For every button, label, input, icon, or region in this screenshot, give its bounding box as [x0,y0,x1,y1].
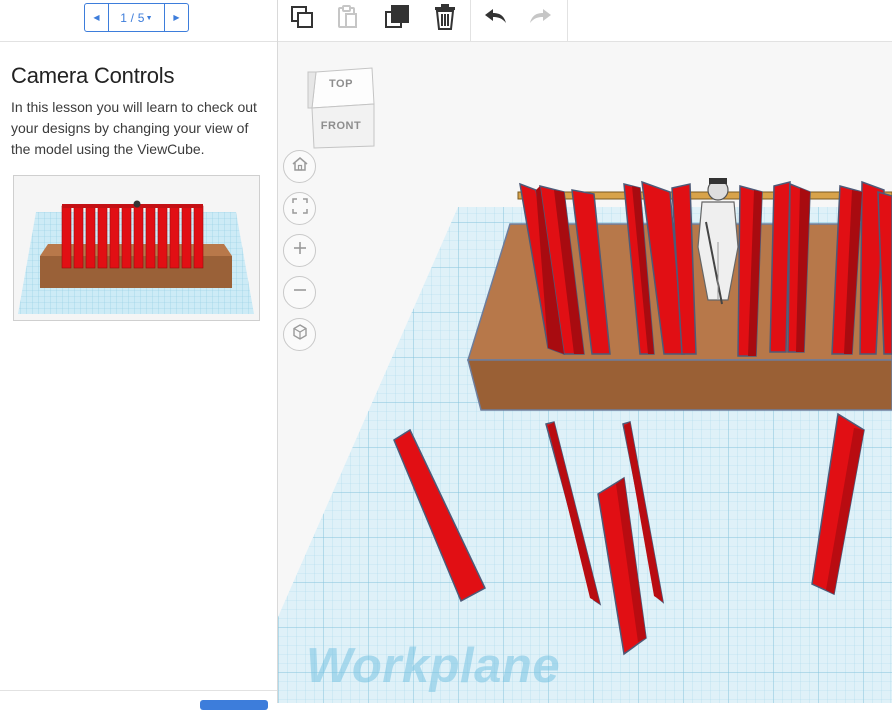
step-selector[interactable]: 1 / 5 ▼ [109,4,164,31]
delete-icon [432,3,458,36]
lesson-panel: ◀ 1 / 5 ▼ ▶ Camera Controls In this less… [0,0,278,710]
zoom-in-button[interactable] [283,234,316,267]
delete-button[interactable] [429,3,461,36]
fit-icon [291,197,309,220]
paste-button[interactable] [332,4,364,34]
zoom-out-button[interactable] [283,276,316,309]
caret-down-icon: ▼ [145,14,153,22]
workplane-label: Workplane [306,639,561,693]
zoom-out-icon [291,281,309,304]
edit-toolbar [278,0,892,42]
design-canvas[interactable]: TOP FRONT Workplane [278,42,892,703]
zoom-in-icon [291,239,309,262]
duplicate-icon [383,3,411,36]
redo-icon [528,6,554,33]
paste-icon [335,4,361,35]
viewcube-top-face[interactable]: TOP [306,78,376,90]
step-count: 1 / 5 [120,10,145,25]
copy-icon [289,4,315,35]
lesson-pager: ◀ 1 / 5 ▼ ▶ [84,3,189,32]
undo-button[interactable] [479,4,511,34]
viewcube-front-face[interactable]: FRONT [306,120,376,132]
perspective-toggle-button[interactable] [283,318,316,351]
toolbar-divider [470,0,471,42]
home-icon [291,155,309,178]
undo-icon [482,6,508,33]
lesson-title: Camera Controls [11,63,175,88]
duplicate-button[interactable] [381,4,413,34]
lesson-preview-image [13,175,260,321]
home-view-button[interactable] [283,150,316,183]
chevron-right-icon: ▶ [173,13,180,22]
perspective-icon [291,323,309,346]
redo-button[interactable] [525,4,557,34]
fit-view-button[interactable] [283,192,316,225]
previous-step-button[interactable]: ◀ [85,4,109,31]
viewcube[interactable]: TOP FRONT [306,66,376,150]
lesson-pager-bar: ◀ 1 / 5 ▼ ▶ [0,0,277,42]
lesson-description: In this lesson you will learn to check o… [11,99,257,157]
chevron-left-icon: ◀ [93,13,100,22]
copy-button[interactable] [286,4,318,34]
toolbar-divider [567,0,568,42]
next-step-button[interactable]: ▶ [164,4,188,31]
lesson-next-button[interactable] [200,700,268,710]
